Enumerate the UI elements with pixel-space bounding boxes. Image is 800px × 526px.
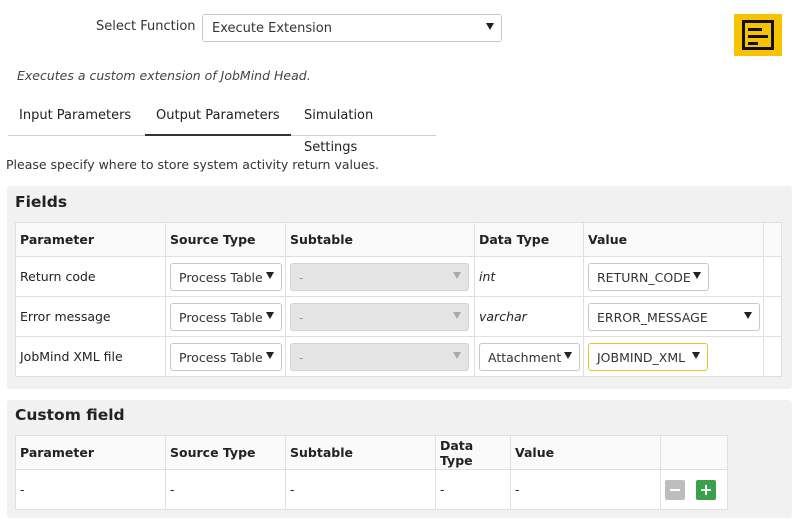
chevron-down-icon <box>692 351 700 359</box>
custom-parameter: - <box>15 469 166 510</box>
chevron-down-icon <box>266 271 274 279</box>
chevron-down-icon <box>744 311 752 319</box>
source-type-select[interactable]: Process Table <box>170 342 282 371</box>
col-data-type: Data Type <box>474 222 584 257</box>
function-description: Executes a custom extension of JobMind H… <box>17 68 311 83</box>
chevron-down-icon <box>486 23 494 30</box>
value-select[interactable]: RETURN_CODE <box>588 262 709 291</box>
col-value: Value <box>583 222 764 257</box>
col-data-type: Data Type <box>435 435 511 470</box>
source-type-select[interactable]: Process Table <box>170 302 282 331</box>
subtable-select: - <box>290 302 469 331</box>
tab-output-parameters[interactable]: Output Parameters <box>145 100 291 136</box>
document-lines-icon <box>734 14 782 56</box>
chevron-down-icon <box>266 311 274 319</box>
tab-input-parameters[interactable]: Input Parameters <box>8 100 142 136</box>
subtable-select: - <box>290 262 469 291</box>
fields-title: Fields <box>15 193 68 211</box>
subtable-select: - <box>290 342 469 371</box>
fields-table: Parameter Source Type Subtable Data Type… <box>15 222 782 377</box>
data-type: varchar <box>474 296 584 337</box>
table-row: - - - - - <box>15 469 728 510</box>
col-subtable: Subtable <box>285 435 436 470</box>
tab-simulation-settings[interactable]: Simulation Settings <box>293 100 436 155</box>
minus-icon[interactable] <box>665 480 685 500</box>
col-actions <box>660 435 728 470</box>
fields-panel: Fields Parameter Source Type Subtable Da… <box>7 186 792 389</box>
col-subtable: Subtable <box>285 222 475 257</box>
param-name: Error message <box>15 296 166 337</box>
parameter-tabs: Input Parameters Output Parameters Simul… <box>8 100 436 155</box>
value-select[interactable]: ERROR_MESSAGE <box>588 302 760 331</box>
col-parameter: Parameter <box>15 435 166 470</box>
table-row: Return code Process Table - int RETURN_C… <box>15 256 782 297</box>
function-select[interactable]: Execute Extension <box>202 14 502 42</box>
chevron-down-icon <box>453 311 461 319</box>
custom-subtable: - <box>285 469 436 510</box>
col-source-type: Source Type <box>165 222 286 257</box>
data-type: int <box>474 256 584 297</box>
custom-source-type: - <box>165 469 286 510</box>
custom-field-title: Custom field <box>15 406 125 424</box>
data-type-select[interactable]: Attachment <box>479 342 580 371</box>
source-type-select[interactable]: Process Table <box>170 262 282 291</box>
col-source-type: Source Type <box>165 435 286 470</box>
custom-field-table: Parameter Source Type Subtable Data Type… <box>15 435 728 510</box>
param-name: Return code <box>15 256 166 297</box>
select-function-label: Select Function <box>96 19 196 34</box>
chevron-down-icon <box>266 351 274 359</box>
value-select[interactable]: JOBMIND_XML <box>588 342 708 371</box>
chevron-down-icon <box>453 271 461 279</box>
param-name: JobMind XML file <box>15 336 166 377</box>
table-row: Error message Process Table - varchar ER… <box>15 296 782 337</box>
col-value: Value <box>510 435 661 470</box>
plus-icon[interactable] <box>696 480 716 500</box>
table-row: JobMind XML file Process Table - Attachm… <box>15 336 782 377</box>
chevron-down-icon <box>453 351 461 359</box>
col-parameter: Parameter <box>15 222 166 257</box>
custom-field-panel: Custom field Parameter Source Type Subta… <box>7 400 792 518</box>
fields-header-row: Parameter Source Type Subtable Data Type… <box>15 222 782 257</box>
function-header: Select Function Execute Extension <box>0 0 800 60</box>
function-select-value: Execute Extension <box>212 21 332 36</box>
col-spacer <box>763 222 782 257</box>
custom-value: - <box>510 469 661 510</box>
instructions-text: Please specify where to store system act… <box>6 157 380 172</box>
chevron-down-icon <box>693 271 701 279</box>
chevron-down-icon <box>564 351 572 359</box>
custom-data-type: - <box>435 469 511 510</box>
custom-header-row: Parameter Source Type Subtable Data Type… <box>15 435 728 470</box>
